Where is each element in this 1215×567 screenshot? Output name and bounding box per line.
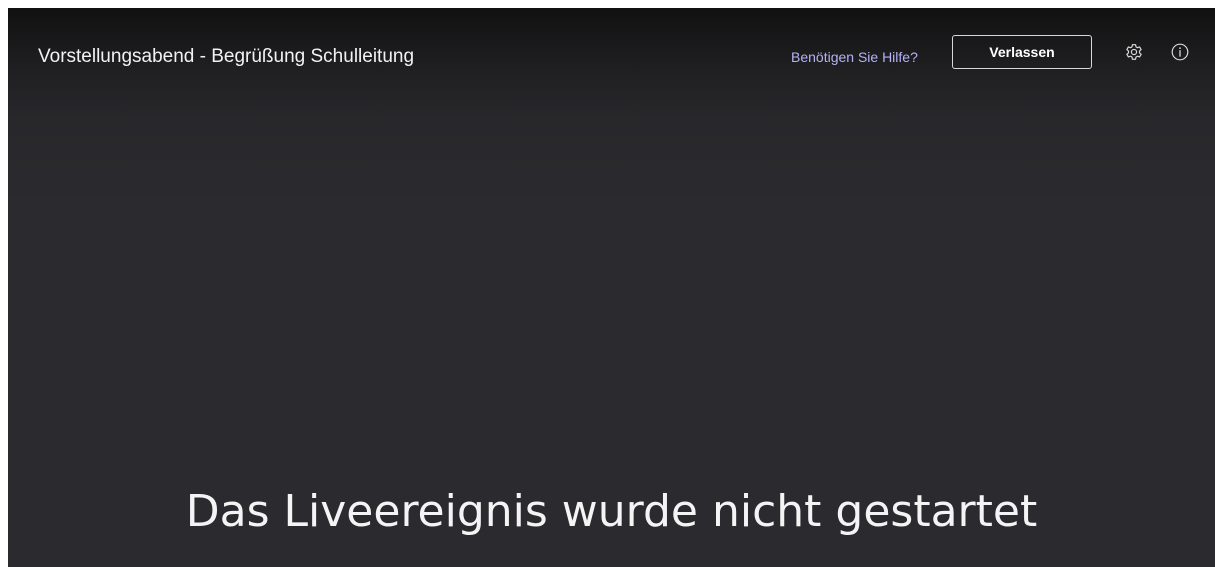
status-message: Das Liveereignis wurde nicht gestartet (185, 486, 1038, 537)
leave-button[interactable]: Verlassen (952, 35, 1092, 69)
header-bar: Vorstellungsabend - Begrüßung Schulleitu… (8, 8, 1215, 104)
help-link[interactable]: Benötigen Sie Hilfe? (791, 49, 918, 65)
event-title: Vorstellungsabend - Begrüßung Schulleitu… (38, 46, 415, 67)
live-event-player: Vorstellungsabend - Begrüßung Schulleitu… (8, 8, 1215, 567)
settings-button[interactable] (1123, 41, 1145, 63)
info-button[interactable] (1169, 41, 1191, 63)
info-icon (1169, 41, 1191, 63)
gear-icon (1123, 41, 1145, 63)
